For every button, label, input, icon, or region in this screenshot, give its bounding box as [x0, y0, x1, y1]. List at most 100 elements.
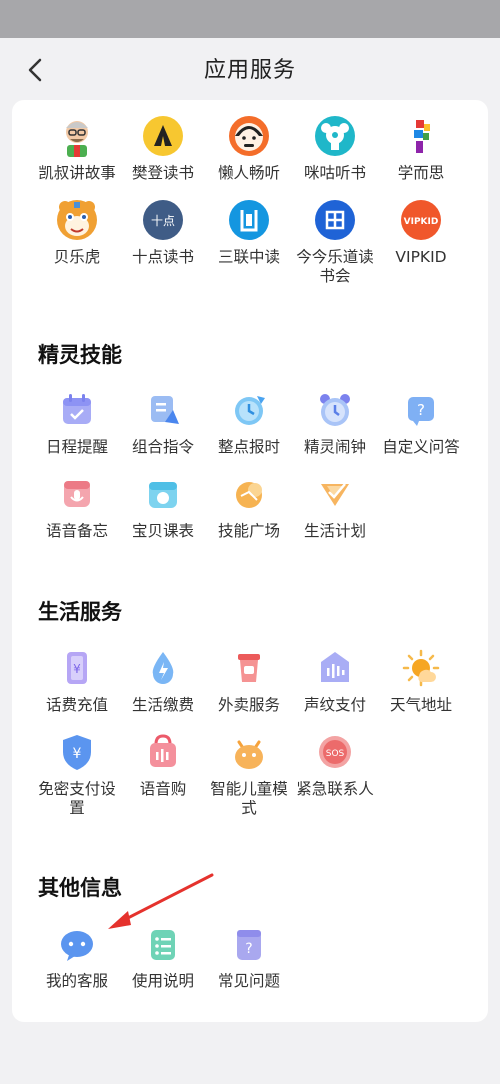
- section-title-other: 其他信息: [38, 876, 122, 900]
- section-title-life: 生活服务: [38, 600, 122, 624]
- life-voiceprint-pay[interactable]: 声纹支付: [292, 646, 378, 715]
- life-label: 紧急联系人: [296, 780, 374, 798]
- fandeng-icon: [143, 116, 183, 156]
- svg-text:十点: 十点: [151, 214, 175, 228]
- other-label: 我的客服: [45, 972, 108, 990]
- skill-label: 整点报时: [217, 438, 280, 456]
- skill-label: 日程提醒: [45, 438, 108, 456]
- life-label: 话费充值: [45, 696, 108, 714]
- class-schedule-icon: [149, 482, 177, 508]
- water-drop-icon: [152, 652, 174, 684]
- life-label: 免密支付设置: [38, 780, 116, 817]
- skill-life-plan[interactable]: 生活计划: [292, 472, 378, 541]
- skill-label: 宝贝课表: [131, 522, 194, 540]
- svg-text:VIPKID: VIPKID: [404, 217, 439, 227]
- instructions-list-icon: [151, 930, 175, 960]
- kaishu-icon: [66, 121, 88, 157]
- life-label: 声纹支付: [303, 696, 366, 714]
- skill-schedule[interactable]: 日程提醒: [34, 388, 120, 457]
- service-label: 凯叔讲故事: [38, 164, 116, 182]
- kids-mode-icon: [235, 740, 263, 769]
- service-label: 今今乐道读书会: [296, 248, 374, 285]
- service-label: VIPKID: [395, 248, 447, 266]
- life-weather[interactable]: 天气地址: [378, 646, 464, 715]
- jinjinledao-icon: [315, 200, 355, 240]
- other-faq[interactable]: ? 常见问题: [206, 922, 292, 991]
- skill-label: 技能广场: [217, 522, 280, 540]
- skill-label: 生活计划: [303, 522, 366, 540]
- life-label: 智能儿童模式: [210, 780, 288, 817]
- service-sanlian[interactable]: 三联中读: [206, 198, 292, 267]
- skill-combo[interactable]: 组合指令: [120, 388, 206, 457]
- service-shidian[interactable]: 十点 十点读书: [120, 198, 206, 267]
- service-label: 贝乐虎: [53, 248, 101, 266]
- life-plan-icon: [321, 483, 349, 506]
- other-instructions[interactable]: 使用说明: [120, 922, 206, 991]
- service-beilehu[interactable]: 贝乐虎: [34, 198, 120, 267]
- skill-square-icon: [236, 482, 262, 508]
- shield-pay-icon: ¥: [63, 735, 91, 770]
- skill-square[interactable]: 技能广场: [206, 472, 292, 541]
- xueersi-icon: [414, 120, 430, 153]
- svg-text:¥: ¥: [73, 662, 81, 676]
- skill-class-schedule[interactable]: 宝贝课表: [120, 472, 206, 541]
- service-vipkid[interactable]: VIPKID VIPKID: [378, 198, 464, 267]
- skill-label: 组合指令: [131, 438, 194, 456]
- life-label: 天气地址: [389, 696, 452, 714]
- service-label: 咪咕听书: [303, 164, 366, 182]
- service-label: 三联中读: [217, 248, 280, 266]
- service-label: 十点读书: [131, 248, 194, 266]
- service-xueersi[interactable]: 学而思: [378, 114, 464, 183]
- alarm-clock-icon: [320, 394, 350, 426]
- life-label: 语音购: [139, 780, 187, 798]
- svg-text:?: ?: [417, 401, 425, 419]
- question-icon: ?: [408, 397, 434, 426]
- weather-sun-icon: [402, 649, 440, 687]
- skill-label: 自定义问答: [382, 438, 460, 456]
- services-card: 凯叔讲故事 樊登读书 懒人畅听 咪咕听书 学而思 贝乐虎 十点 十点读书 三联中…: [12, 100, 488, 1022]
- life-label: 外卖服务: [217, 696, 280, 714]
- service-migu[interactable]: 咪咕听书: [292, 114, 378, 183]
- chat-bubble-icon: [61, 931, 93, 961]
- sos-icon: SOS: [319, 736, 351, 768]
- service-fandeng[interactable]: 樊登读书: [120, 114, 206, 183]
- vipkid-icon: VIPKID: [401, 200, 441, 240]
- svg-text:¥: ¥: [73, 746, 82, 762]
- page-title: 应用服务: [203, 58, 296, 83]
- skill-label: 语音备忘: [45, 522, 108, 540]
- header: 应用服务: [0, 38, 500, 100]
- voice-memo-icon: [64, 481, 90, 507]
- life-voice-shopping[interactable]: 语音购: [120, 730, 206, 799]
- beilehu-icon: [57, 200, 97, 240]
- faq-icon: ?: [237, 930, 261, 960]
- life-label: 生活缴费: [131, 696, 194, 714]
- service-jinjinledao[interactable]: 今今乐道读书会: [292, 198, 378, 286]
- shopping-bag-icon: [150, 734, 176, 767]
- life-password-free-pay[interactable]: ¥ 免密支付设置: [34, 730, 120, 818]
- skill-voice-memo[interactable]: 语音备忘: [34, 472, 120, 541]
- life-phone-recharge[interactable]: ¥ 话费充值: [34, 646, 120, 715]
- svg-text:SOS: SOS: [326, 749, 345, 759]
- life-emergency-contact[interactable]: SOS 紧急联系人: [292, 730, 378, 799]
- other-customer-service[interactable]: 我的客服: [34, 922, 120, 991]
- skill-hourly[interactable]: 整点报时: [206, 388, 292, 457]
- service-kaishu[interactable]: 凯叔讲故事: [34, 114, 120, 183]
- sanlian-icon: [229, 200, 269, 240]
- service-label: 懒人畅听: [217, 164, 280, 182]
- skill-alarm[interactable]: 精灵闹钟: [292, 388, 378, 457]
- other-label: 使用说明: [131, 972, 194, 990]
- clock-icon: [235, 396, 265, 425]
- voiceprint-icon: [321, 652, 349, 682]
- service-label: 学而思: [397, 164, 445, 182]
- skill-label: 精灵闹钟: [303, 438, 366, 456]
- life-bill-pay[interactable]: 生活缴费: [120, 646, 206, 715]
- other-label: 常见问题: [217, 972, 280, 990]
- life-kids-mode[interactable]: 智能儿童模式: [206, 730, 292, 818]
- skill-custom-qa[interactable]: ? 自定义问答: [378, 388, 464, 457]
- life-takeout[interactable]: 外卖服务: [206, 646, 292, 715]
- shidian-icon: 十点: [143, 200, 183, 240]
- status-bar: [0, 0, 500, 38]
- service-lanren[interactable]: 懒人畅听: [206, 114, 292, 183]
- section-title-skills: 精灵技能: [38, 343, 122, 367]
- combo-command-icon: [151, 396, 179, 424]
